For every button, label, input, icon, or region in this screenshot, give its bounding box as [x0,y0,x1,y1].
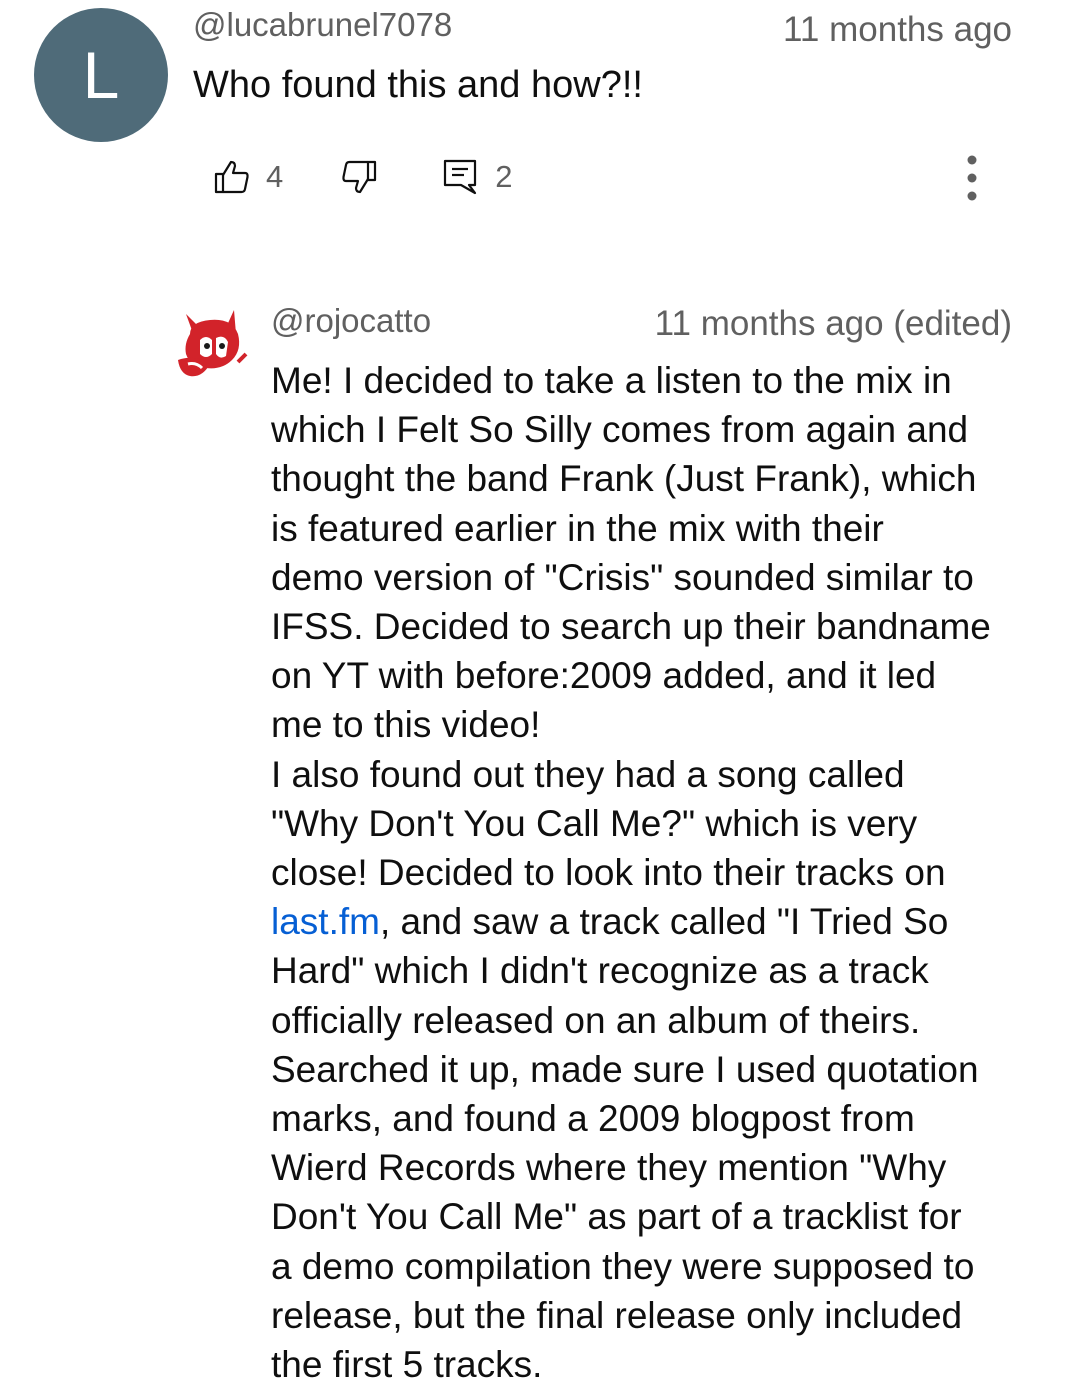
thumbs-up-icon[interactable] [212,157,252,197]
like-count: 4 [266,159,284,194]
more-vert-icon[interactable] [960,154,984,202]
comment-line: which I Felt So Silly comes from again a… [271,409,969,451]
comment-line: marks, and found a 2009 blogpost from [271,1098,915,1140]
comment-line: the first 5 tracks. [271,1344,543,1386]
comment-line: Wierd Records where they mention "Why [271,1147,947,1189]
comment-line: officially released on an album of their… [271,999,921,1041]
avatar[interactable] [176,304,252,380]
comment-line: thought the band Frank (Just Frank), whi… [271,458,977,500]
avatar-letter: L [82,38,120,112]
comment-line-rest: , and saw a track called "I Tried So [379,901,949,943]
comment-line: Hard" which I didn't recognize as a trac… [271,950,929,992]
comment-line: I also found out they had a song called [271,753,905,795]
thumbs-down-icon[interactable] [339,157,379,197]
lastfm-link[interactable]: last.fm [271,901,380,942]
comment-timestamp[interactable]: 11 months ago (edited) [655,304,1012,344]
comment-line: me to this video! [271,704,541,746]
comment-line: "Why Don't You Call Me?" which is very [271,802,918,844]
comment-line-with-link: last.fm, and saw a track called "I Tried… [271,897,1041,946]
comment-text: Me! I decided to take a listen to the mi… [271,356,1041,1389]
comment-actions: 4 2 [212,154,513,200]
top-comment: L @lucabrunel7078 11 months ago Who foun… [0,0,1080,230]
comment-timestamp[interactable]: 11 months ago [783,10,1012,50]
comment-line: is featured earlier in the mix with thei… [271,507,884,549]
comment-line: close! Decided to look into their tracks… [271,852,946,894]
comment-line: release, but the final release only incl… [271,1294,963,1336]
comment-line: demo version of "Crisis" sounded similar… [271,556,974,598]
comment-author[interactable]: @rojocatto [271,302,431,340]
comment-line: Don't You Call Me" as part of a tracklis… [271,1196,962,1238]
comment-line: IFSS. Decided to search up their bandnam… [271,606,991,648]
comment-line: on YT with before:2009 added, and it led [271,655,937,697]
comment-text: Who found this and how?!! [193,64,643,106]
comment-line: a demo compilation they were supposed to [271,1245,975,1287]
reply-icon[interactable] [441,157,481,197]
comment-author[interactable]: @lucabrunel7078 [193,6,452,44]
reply-count[interactable]: 2 [495,159,512,195]
avatar[interactable]: L [34,8,168,142]
comment-line: Me! I decided to take a listen to the mi… [271,360,952,401]
comment-line: Searched it up, made sure I used quotati… [271,1048,979,1090]
